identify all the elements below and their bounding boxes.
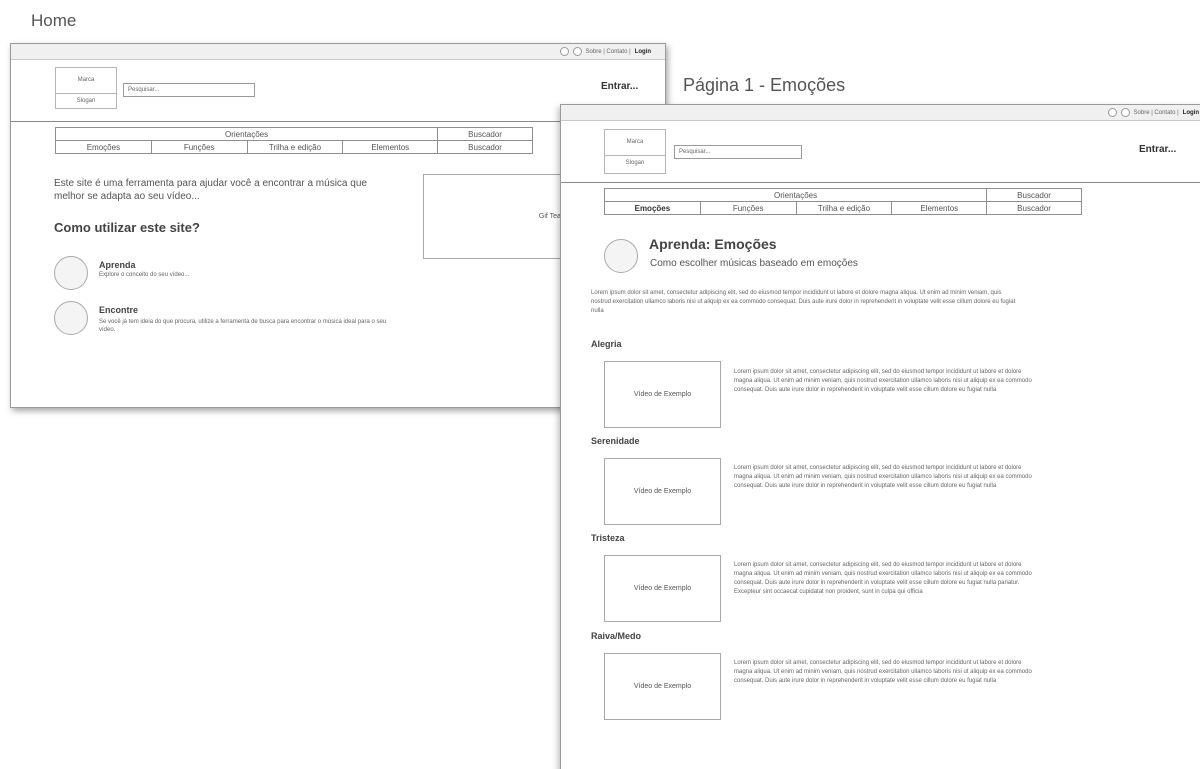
enter-link[interactable]: Entrar... — [601, 81, 638, 92]
page1-nav-menu: Orientações Buscador Emoções Funções Tri… — [603, 188, 1082, 215]
section-text: Lorem ipsum dolor sit amet, consectetur … — [734, 465, 1032, 489]
window-circle-icon[interactable] — [1120, 108, 1130, 117]
home-browser-titlebar: Sobre | Contato | Login — [11, 44, 665, 60]
video-placeholder[interactable]: Vídeo de Exemplo — [604, 653, 721, 720]
video-placeholder[interactable]: Vídeo de Exemplo — [604, 555, 721, 622]
page1-topbar-links: Sobre | Contato | Login — [1107, 108, 1199, 117]
find-step-title[interactable]: Encontre — [99, 305, 138, 315]
page-heading: Aprenda: Emoções — [649, 236, 777, 252]
video-placeholder[interactable]: Vídeo de Exemplo — [604, 361, 721, 428]
section-title-serenidade: Serenidade — [591, 436, 640, 446]
nav-group-buscador: Buscador — [986, 188, 1082, 202]
nav-item-trilha[interactable]: Trilha e edição — [246, 140, 344, 154]
brand-logo[interactable]: Marca Slogan — [55, 67, 117, 109]
login-link[interactable]: Login — [635, 49, 651, 55]
window-circle-icon[interactable] — [1107, 108, 1117, 117]
page-heading-icon — [604, 239, 638, 273]
nav-item-elementos[interactable]: Elementos — [891, 201, 988, 215]
brand-slogan: Slogan — [76, 98, 96, 104]
nav-item-funcoes[interactable]: Funções — [699, 201, 797, 215]
topbar-links[interactable]: Sobre | Contato | — [586, 49, 631, 55]
video-placeholder[interactable]: Vídeo de Exemplo — [604, 458, 721, 525]
home-nav-menu: Orientações Buscador Emoções Funções Tri… — [54, 127, 533, 154]
page-intro-text: Lorem ipsum dolor sit amet, consectetur … — [591, 290, 1016, 314]
nav-item-trilha[interactable]: Trilha e edição — [795, 201, 893, 215]
page-subheading: Como escolher músicas baseado em emoções — [650, 258, 858, 269]
learn-step-icon — [54, 256, 88, 290]
learn-step-title[interactable]: Aprenda — [99, 260, 136, 270]
brand-name: Marca — [605, 130, 665, 156]
section-title-alegria: Alegria — [591, 339, 622, 349]
nav-group-orientacoes: Orientações — [603, 188, 988, 202]
nav-item-buscador[interactable]: Buscador — [437, 140, 533, 154]
page1-board-label: Página 1 - Emoções — [683, 75, 846, 95]
video-placeholder-label: Vídeo de Exemplo — [633, 683, 692, 690]
video-placeholder-label: Vídeo de Exemplo — [633, 391, 692, 398]
brand-name: Marca — [56, 68, 116, 94]
section-text: Lorem ipsum dolor sit amet, consectetur … — [734, 562, 1032, 595]
how-to-title: Como utilizar este site? — [54, 220, 200, 235]
nav-item-funcoes[interactable]: Funções — [150, 140, 248, 154]
home-board-label: Home — [31, 11, 77, 30]
video-placeholder-label: Vídeo de Exemplo — [633, 585, 692, 592]
nav-item-elementos[interactable]: Elementos — [342, 140, 439, 154]
topbar-links[interactable]: Sobre | Contato | — [1134, 110, 1179, 116]
login-link[interactable]: Login — [1183, 110, 1199, 116]
nav-group-orientacoes: Orientações — [54, 127, 439, 141]
nav-item-buscador[interactable]: Buscador — [986, 201, 1082, 215]
learn-step-desc: Explore o conceito do seu vídeo... — [99, 272, 190, 278]
nav-item-emocoes[interactable]: Emoções — [604, 201, 701, 215]
search-input[interactable]: Pesquisar... — [123, 83, 255, 97]
section-title-raiva-medo: Raiva/Medo — [591, 631, 642, 641]
home-intro-text: Este site é uma ferramenta para ajudar v… — [54, 178, 367, 202]
find-step-desc: Se você já tem ideia do que procura, uti… — [99, 319, 387, 333]
page1-wireframe: Sobre | Contato | Login Marca Slogan Pes… — [560, 104, 1200, 769]
brand-slogan: Slogan — [625, 160, 645, 166]
nav-item-emocoes[interactable]: Emoções — [55, 140, 152, 154]
brand-logo[interactable]: Marca Slogan — [604, 129, 666, 174]
section-text: Lorem ipsum dolor sit amet, consectetur … — [734, 660, 1032, 684]
nav-group-buscador: Buscador — [437, 127, 533, 141]
enter-link[interactable]: Entrar... — [1139, 144, 1176, 155]
find-step-icon — [54, 301, 88, 335]
window-circle-icon[interactable] — [572, 47, 582, 56]
section-text: Lorem ipsum dolor sit amet, consectetur … — [734, 369, 1032, 393]
window-circle-icon[interactable] — [559, 47, 569, 56]
header-divider — [561, 182, 1200, 183]
home-topbar-links: Sobre | Contato | Login — [559, 47, 651, 56]
search-input[interactable]: Pesquisar... — [674, 145, 802, 159]
page1-browser-titlebar: Sobre | Contato | Login — [561, 105, 1200, 121]
video-placeholder-label: Vídeo de Exemplo — [633, 488, 692, 495]
section-title-tristeza: Tristeza — [591, 533, 625, 543]
